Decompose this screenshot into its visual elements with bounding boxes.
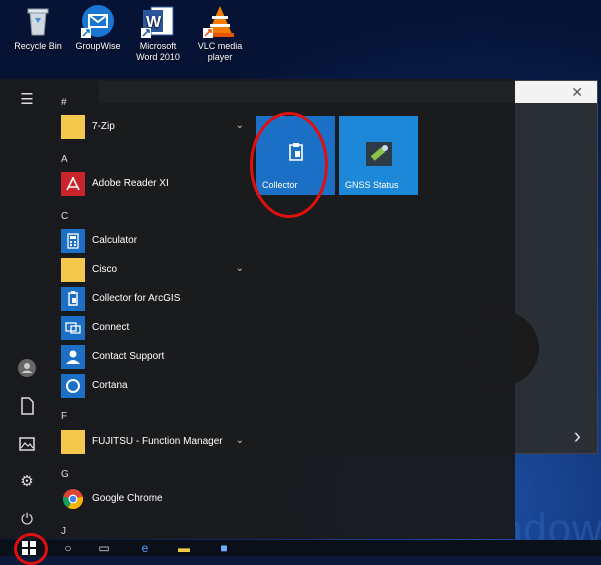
power-icon[interactable]: ⏻ (16, 509, 38, 531)
tile-gnss-status[interactable]: GNSS Status (339, 116, 418, 195)
folder-icon (61, 430, 85, 454)
desktop-icon-word[interactable]: W Microsoft Word 2010 (126, 4, 190, 63)
settings-icon[interactable]: ⚙ (16, 471, 38, 493)
hamburger-menu-icon[interactable]: ☰ (16, 89, 38, 111)
taskbar: ○ ▭ e ▬ ■ (0, 540, 601, 556)
folder-icon (61, 258, 85, 282)
app-item-cisco[interactable]: Cisco ⌄ (61, 258, 246, 282)
app-name: Adobe Reader XI (92, 178, 169, 189)
app-name: FUJITSU - Function Manager (92, 436, 223, 447)
desktop-icon-vlc[interactable]: VLC media player (188, 4, 252, 63)
calculator-icon (61, 229, 85, 253)
app-item-collector-for-arcgis[interactable]: Collector for ArcGIS (61, 287, 246, 311)
adobe-reader-icon (61, 172, 85, 196)
highlight-annotation (14, 533, 48, 565)
highlight-annotation (250, 112, 328, 218)
recycle-bin-icon (21, 4, 55, 38)
word-icon: W (141, 4, 175, 38)
app-item-cortana[interactable]: Cortana (61, 374, 246, 398)
chevron-down-icon[interactable]: ⌄ (236, 263, 244, 274)
desktop-icon-label: Microsoft Word 2010 (136, 41, 180, 62)
section-letter[interactable]: F (61, 411, 67, 422)
app-icon[interactable]: ■ (214, 540, 234, 556)
section-letter[interactable]: # (61, 97, 67, 108)
gnss-status-icon (366, 142, 392, 168)
desktop-icon-label: VLC media player (197, 41, 243, 62)
vlc-icon (203, 4, 237, 38)
app-item-adobe-reader[interactable]: Adobe Reader XI (61, 172, 246, 196)
chevron-down-icon[interactable]: ⌄ (236, 435, 244, 446)
desktop-icon-recycle-bin[interactable]: Recycle Bin (6, 4, 70, 52)
desktop-icon-groupwise[interactable]: GroupWise (66, 4, 130, 52)
chevron-right-icon[interactable]: › (574, 423, 581, 449)
app-name: Calculator (92, 235, 138, 246)
desktop-icon-label: Recycle Bin (14, 41, 62, 51)
start-rail: ☰ ⚙ ⏻ (0, 79, 55, 539)
app-list: # 7-Zip ⌄ A Adobe Reader XI C Calculator… (55, 79, 250, 539)
internet-explorer-icon[interactable]: e (135, 540, 155, 556)
app-item-connect[interactable]: Connect (61, 316, 246, 340)
app-item-contact-support[interactable]: Contact Support (61, 345, 246, 369)
app-name: Cisco (92, 264, 118, 275)
documents-icon[interactable] (16, 395, 38, 417)
section-letter[interactable]: C (61, 211, 68, 222)
app-name: Connect (92, 322, 130, 333)
desktop-icon-label: GroupWise (75, 41, 121, 51)
app-item-7zip[interactable]: 7-Zip ⌄ (61, 115, 246, 139)
app-name: Contact Support (92, 351, 165, 362)
groupwise-icon (81, 4, 115, 38)
pictures-icon[interactable] (16, 433, 38, 455)
user-avatar-icon[interactable] (16, 357, 38, 379)
section-letter[interactable]: G (61, 469, 69, 480)
app-item-fujitsu[interactable]: FUJITSU - Function Manager ⌄ (61, 430, 246, 454)
app-name: Google Chrome (92, 493, 163, 504)
app-item-calculator[interactable]: Calculator (61, 229, 246, 253)
app-name: Cortana (92, 380, 128, 391)
app-name: Collector for ArcGIS (92, 293, 181, 304)
app-item-google-chrome[interactable]: Google Chrome (61, 487, 246, 511)
app-name: 7-Zip (92, 121, 115, 132)
tile-label: GNSS Status (345, 180, 399, 190)
section-letter[interactable]: J (61, 526, 66, 537)
connect-icon (61, 316, 85, 340)
task-view-icon[interactable]: ▭ (94, 540, 114, 556)
cortana-icon (61, 374, 85, 398)
section-letter[interactable]: A (61, 154, 68, 165)
file-explorer-icon[interactable]: ▬ (174, 540, 194, 556)
folder-icon (61, 115, 85, 139)
chrome-icon (61, 487, 85, 511)
contact-support-icon (61, 345, 85, 369)
search-icon[interactable]: ○ (58, 540, 78, 556)
start-menu: ☰ ⚙ ⏻ # 7-Zip ⌄ A Adobe Reader XI C Calc… (0, 79, 515, 539)
chevron-down-icon[interactable]: ⌄ (236, 120, 244, 131)
close-icon[interactable]: ✕ (571, 84, 583, 101)
collector-icon (61, 287, 85, 311)
